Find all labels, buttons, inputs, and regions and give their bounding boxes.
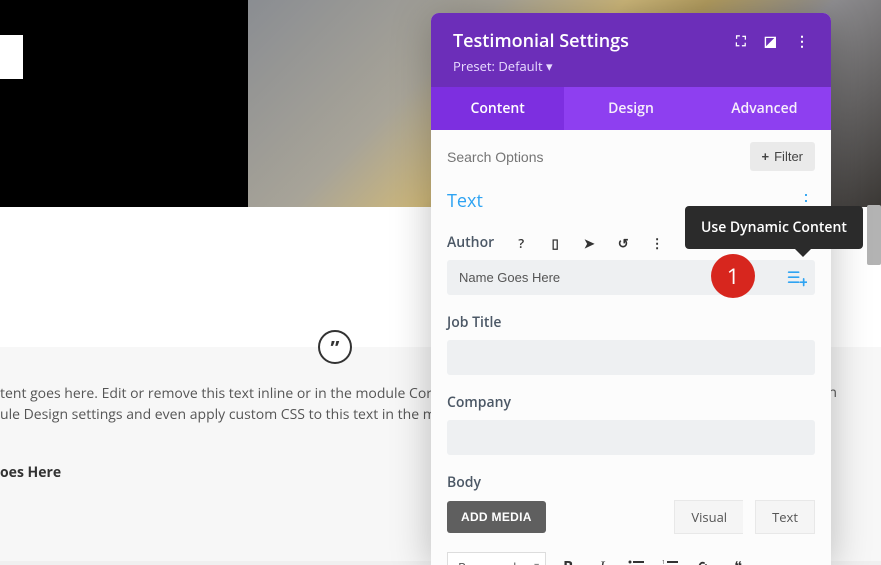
paragraph-dropdown[interactable]: Paragraph bbox=[447, 552, 546, 565]
editor-tab-visual[interactable]: Visual bbox=[674, 500, 743, 534]
modal-title: Testimonial Settings bbox=[453, 29, 629, 53]
editor-toolbar: Paragraph B I 123 ❝ bbox=[447, 548, 815, 565]
expand-icon[interactable]: ⛶ bbox=[736, 32, 746, 51]
author-label: Author bbox=[447, 233, 494, 252]
reset-icon[interactable]: ↺ bbox=[614, 234, 632, 252]
body-label: Body bbox=[447, 473, 815, 492]
annotation-badge-1: 1 bbox=[711, 254, 755, 298]
link-button[interactable] bbox=[692, 555, 716, 565]
responsive-icon[interactable]: ▯ bbox=[546, 234, 564, 252]
bg-white-tab bbox=[0, 35, 23, 79]
company-label: Company bbox=[447, 393, 815, 412]
bg-black-region bbox=[0, 0, 248, 207]
filter-button[interactable]: + Filter bbox=[750, 142, 815, 171]
modal-header[interactable]: Testimonial Settings ⛶ ◪ ⋮ Preset: Defau… bbox=[431, 13, 831, 87]
jobtitle-label: Job Title bbox=[447, 313, 815, 332]
dynamic-content-icon[interactable] bbox=[787, 269, 807, 287]
snap-icon[interactable]: ◪ bbox=[764, 32, 777, 51]
quote-icon: ” bbox=[318, 330, 352, 364]
tab-content[interactable]: Content bbox=[431, 87, 564, 130]
bullet-list-button[interactable] bbox=[624, 555, 648, 565]
company-input[interactable] bbox=[447, 420, 815, 455]
author-input[interactable] bbox=[447, 260, 815, 295]
numbered-list-button[interactable]: 123 bbox=[658, 555, 682, 565]
dynamic-content-tooltip: Use Dynamic Content bbox=[685, 206, 863, 249]
modal-body: + Filter Text ⋮ Author ? ▯ ➤ ↺ ⋮ Job Tit… bbox=[431, 130, 831, 565]
section-title-text[interactable]: Text bbox=[447, 189, 483, 213]
tab-design[interactable]: Design bbox=[564, 87, 697, 130]
add-media-button[interactable]: ADD MEDIA bbox=[447, 501, 546, 533]
settings-modal: Testimonial Settings ⛶ ◪ ⋮ Preset: Defau… bbox=[431, 13, 831, 565]
jobtitle-input[interactable] bbox=[447, 340, 815, 375]
bold-button[interactable]: B bbox=[556, 555, 580, 565]
tab-advanced[interactable]: Advanced bbox=[698, 87, 831, 130]
modal-tabs: Content Design Advanced bbox=[431, 87, 831, 130]
blockquote-button[interactable]: ❝ bbox=[726, 555, 750, 565]
kebab-icon[interactable]: ⋮ bbox=[795, 32, 809, 51]
hover-icon[interactable]: ➤ bbox=[580, 234, 598, 252]
help-icon[interactable]: ? bbox=[512, 234, 530, 252]
italic-button[interactable]: I bbox=[590, 555, 614, 565]
scrollbar[interactable] bbox=[867, 205, 881, 265]
editor-tab-text[interactable]: Text bbox=[755, 500, 815, 534]
preset-dropdown[interactable]: Preset: Default ▾ bbox=[453, 57, 809, 75]
field-kebab-icon[interactable]: ⋮ bbox=[648, 234, 666, 252]
search-input[interactable] bbox=[447, 145, 750, 169]
